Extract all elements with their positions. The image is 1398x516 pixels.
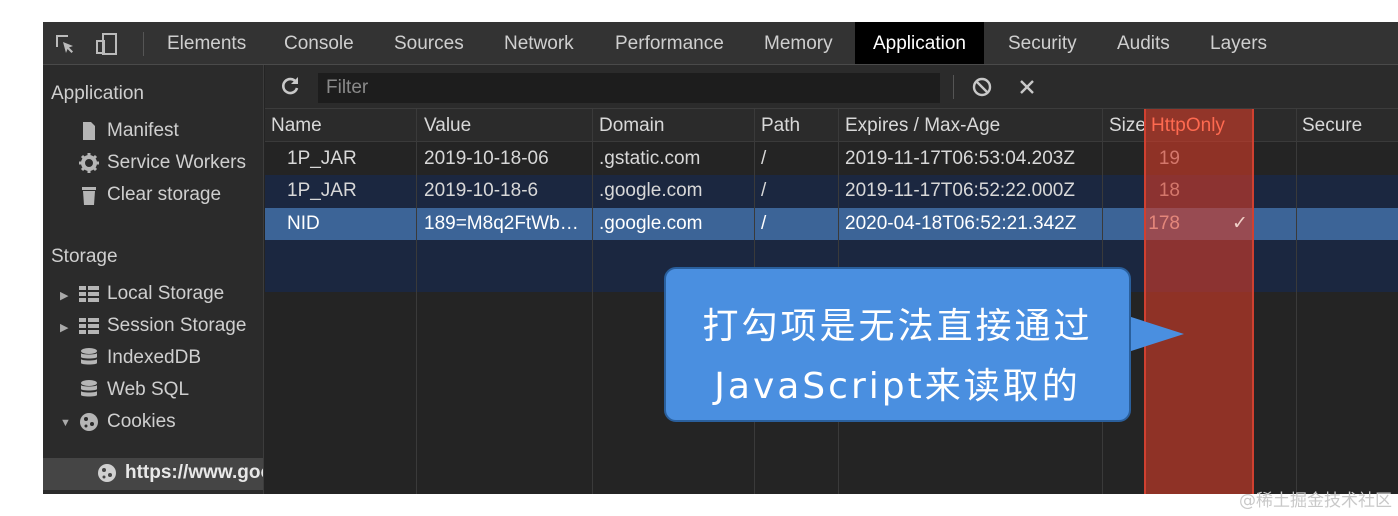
clear-all-icon[interactable] [971,76,993,98]
gear-icon [79,153,99,173]
cookie-icon [80,413,98,431]
database-icon [81,380,97,397]
tab-console[interactable]: Console [284,22,354,64]
column-header-httponly[interactable]: HttpOnly [1151,109,1225,142]
expand-arrow-icon[interactable]: ▶ [60,289,68,302]
tab-memory[interactable]: Memory [764,22,833,64]
sidebar-heading-application: Application [51,83,144,104]
cell-expires: 2019-11-17T06:53:04.203Z [845,148,1075,169]
watermark: @稀土掘金技术社区 [1239,491,1392,511]
tab-performance[interactable]: Performance [615,22,724,64]
callout-line-2: JavaScript来读取的 [714,366,1081,407]
document-icon [83,122,95,140]
cell-domain: .google.com [599,213,703,234]
cell-value: 189=M8q2FtWb… [424,213,579,234]
sidebar-item-label: Service Workers [107,152,247,173]
sidebar-item-label: Cookies [107,411,176,432]
sidebar-item-label: IndexedDB [107,347,202,368]
tab-bar-divider [143,32,144,56]
cell-path: / [761,180,767,201]
column-header-value[interactable]: Value [424,109,471,142]
cell-value: 2019-10-18-06 [424,148,549,169]
sidebar-item-label: Local Storage [107,283,225,304]
cell-name: NID [287,213,320,234]
sidebar-item-label: Session Storage [107,315,247,336]
cell-domain: .google.com [599,180,703,201]
column-header-secure[interactable]: Secure [1302,109,1362,142]
column-header-name[interactable]: Name [271,109,322,142]
column-header-expires[interactable]: Expires / Max-Age [845,109,1000,142]
cell-name: 1P_JAR [287,148,357,169]
httponly-checkmark: ✓ [1232,213,1248,234]
sidebar-item-label: Clear storage [107,184,222,205]
application-sidebar: Application Manifest Service Workers Cle… [43,65,264,494]
devtools-tab-bar: Elements Console Sources Network Perform… [43,22,1398,65]
cell-path: / [761,213,767,234]
cell-path: / [761,148,767,169]
cell-domain: .gstatic.com [599,148,701,169]
sidebar-item-label: Web SQL [107,379,190,400]
column-header-path[interactable]: Path [761,109,800,142]
cell-expires: 2020-04-18T06:52:21.342Z [845,213,1077,234]
httponly-column-highlight [1144,109,1254,494]
sidebar-item-label: https://www.goo [125,462,264,483]
grid-icon [79,286,99,302]
refresh-icon[interactable] [279,75,301,97]
cell-name: 1P_JAR [287,180,357,201]
cookies-toolbar [265,65,1398,109]
cell-value: 2019-10-18-6 [424,180,539,201]
sidebar-heading-storage: Storage [51,246,118,267]
trash-icon [82,187,96,205]
toolbar-divider [953,75,954,99]
column-header-domain[interactable]: Domain [599,109,664,142]
tab-layers[interactable]: Layers [1210,22,1267,64]
column-divider[interactable] [592,109,593,494]
grid-icon [79,318,99,334]
tab-application[interactable]: Application [855,22,984,64]
sidebar-item-label: Manifest [107,120,179,141]
inspect-element-icon[interactable] [53,32,77,56]
column-header-size[interactable]: Size [1109,109,1146,142]
filter-input[interactable] [318,73,940,103]
column-divider[interactable] [1296,109,1297,494]
tab-network[interactable]: Network [504,22,574,64]
tab-sources[interactable]: Sources [394,22,464,64]
tab-elements[interactable]: Elements [167,22,246,64]
device-toolbar-icon[interactable] [95,32,119,56]
callout-pointer [1128,316,1184,352]
expand-arrow-icon[interactable]: ▶ [60,321,68,334]
tab-audits[interactable]: Audits [1117,22,1170,64]
tab-security[interactable]: Security [1008,22,1077,64]
cell-expires: 2019-11-17T06:52:22.000Z [845,180,1075,201]
callout-line-1: 打勾项是无法直接通过 [702,306,1093,347]
collapse-arrow-icon[interactable]: ▼ [60,417,71,429]
annotation-callout: 打勾项是无法直接通过 JavaScript来读取的 [664,267,1131,422]
database-icon [81,348,97,365]
cookie-icon [98,464,116,482]
close-icon[interactable] [1017,77,1037,97]
column-divider[interactable] [416,109,417,494]
